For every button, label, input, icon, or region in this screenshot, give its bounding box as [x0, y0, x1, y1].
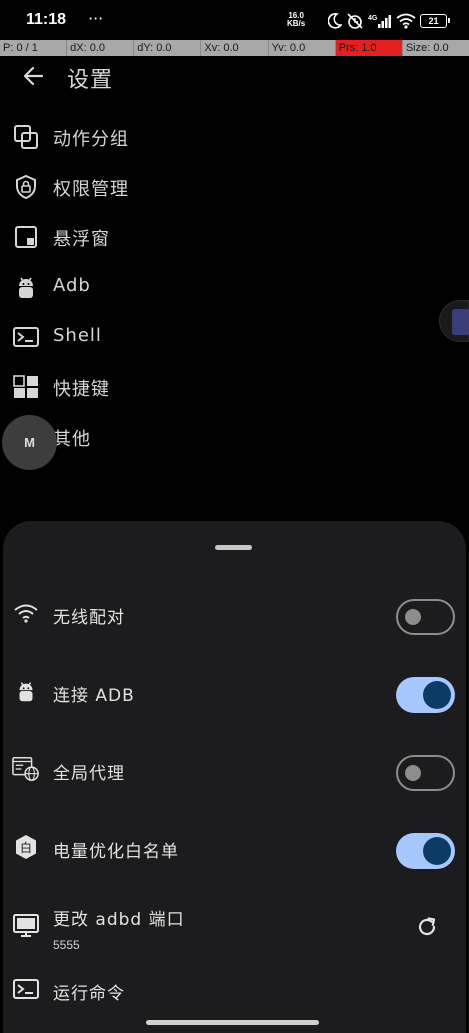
menu-item-label: 快捷键 [53, 379, 110, 400]
menu-item-label: 其他 [53, 429, 91, 450]
proxy-globe-icon [12, 755, 40, 783]
gesture-nav-bar[interactable] [146, 1020, 319, 1025]
sheet-item-label: 连接 ADB [53, 686, 135, 706]
terminal-icon [12, 323, 40, 351]
wifi-status-icon [396, 13, 416, 29]
refresh-port-button[interactable] [415, 915, 439, 939]
network-speed-unit: KB/s [287, 19, 306, 28]
wireless-pairing-toggle[interactable] [396, 599, 455, 635]
edge-handle[interactable] [439, 300, 469, 342]
status-time: 11:18 [26, 11, 67, 28]
status-more-dots: ··· [88, 9, 104, 28]
toggle-knob [423, 681, 451, 709]
menu-item-label: 权限管理 [53, 179, 129, 200]
pointer-dx: dX: 0.0 [66, 40, 133, 56]
wifi-icon [12, 599, 40, 627]
menu-item-label: 动作分组 [53, 129, 129, 150]
terminal-icon [12, 975, 40, 1003]
global-proxy-toggle[interactable] [396, 755, 455, 791]
sheet-item-run-command[interactable]: 运行命令 [3, 959, 466, 1019]
whitelist-badge-icon: 白 [12, 833, 40, 861]
shield-lock-icon [12, 173, 40, 201]
menu-item-adb[interactable]: Adb [0, 262, 440, 312]
monitor-icon [12, 911, 40, 939]
menu-item-action-groups[interactable]: 动作分组 [0, 112, 440, 162]
cell-signal-icon: 4G [368, 15, 391, 28]
sheet-item-battery-whitelist[interactable]: 白 电量优化白名单 [3, 817, 466, 877]
sheet-item-global-proxy[interactable]: 全局代理 [3, 739, 466, 799]
edge-handle-icon [452, 309, 469, 335]
page-title: 设置 [67, 68, 114, 93]
battery-whitelist-toggle[interactable] [396, 833, 455, 869]
toggle-knob [423, 837, 451, 865]
sheet-item-label: 全局代理 [53, 764, 125, 784]
whitelist-badge-char: 白 [20, 840, 32, 855]
network-speed: 16.0 KB/s [287, 12, 305, 28]
group-icon [12, 123, 40, 151]
floating-m-label: M [24, 435, 35, 450]
pointer-dy: dY: 0.0 [133, 40, 200, 56]
menu-item-label: Adb [53, 275, 91, 296]
connect-adb-toggle[interactable] [396, 677, 455, 713]
shortcut-icon [12, 373, 40, 401]
pointer-pressure: Prs: 1.0 [334, 40, 402, 56]
sheet-drag-handle[interactable] [215, 545, 252, 550]
menu-item-shortcuts[interactable]: 快捷键 [0, 362, 440, 412]
android-icon [12, 273, 40, 301]
pointer-yv: Yv: 0.0 [267, 40, 335, 56]
status-bar: 11:18 ··· 16.0 KB/s 4G 21 [0, 0, 469, 40]
adb-bottom-sheet: 无线配对 连接 ADB 全局代理 白 电量优化白名单 更改 adbd 端口 55… [3, 521, 466, 1033]
signal-type-label: 4G [368, 15, 378, 22]
back-arrow-icon [23, 66, 44, 86]
moon-icon [328, 13, 342, 29]
back-button[interactable] [20, 62, 48, 90]
toggle-knob [405, 765, 421, 781]
sheet-item-connect-adb[interactable]: 连接 ADB [3, 661, 466, 721]
floating-m-button[interactable]: M [2, 415, 57, 470]
sheet-item-label: 运行命令 [53, 984, 125, 1004]
pointer-count: P: 0 / 1 [3, 42, 38, 54]
pointer-location-bar: P: 0 / 1 dX: 0.0 dY: 0.0 Xv: 0.0 Yv: 0.0… [0, 40, 469, 56]
sheet-item-change-adbd-port[interactable]: 更改 adbd 端口 5555 [3, 895, 466, 955]
adbd-port-value: 5555 [53, 938, 80, 952]
battery-level: 21 [428, 16, 439, 26]
toggle-knob [405, 609, 421, 625]
menu-item-permissions[interactable]: 权限管理 [0, 162, 440, 212]
refresh-icon [418, 917, 436, 936]
sheet-item-label: 更改 adbd 端口 [53, 910, 185, 930]
app-header: 设置 [0, 56, 469, 100]
floating-window-icon [12, 223, 40, 251]
alarm-off-icon [347, 13, 363, 29]
menu-item-label: 悬浮窗 [53, 229, 110, 250]
menu-item-label: Shell [53, 325, 102, 346]
menu-item-other[interactable]: 其他 [0, 412, 440, 462]
sheet-item-wireless-pairing[interactable]: 无线配对 [3, 583, 466, 643]
pointer-xv: Xv: 0.0 [200, 40, 267, 56]
menu-item-floating-window[interactable]: 悬浮窗 [0, 212, 440, 262]
battery-icon: 21 [420, 14, 450, 28]
android-icon [12, 677, 40, 705]
sheet-item-label: 电量优化白名单 [53, 842, 179, 862]
menu-item-shell[interactable]: Shell [0, 312, 440, 362]
status-icons: 4G 21 [328, 11, 450, 31]
pointer-size: Size: 0.0 [401, 40, 469, 56]
sheet-item-label: 无线配对 [53, 608, 125, 628]
